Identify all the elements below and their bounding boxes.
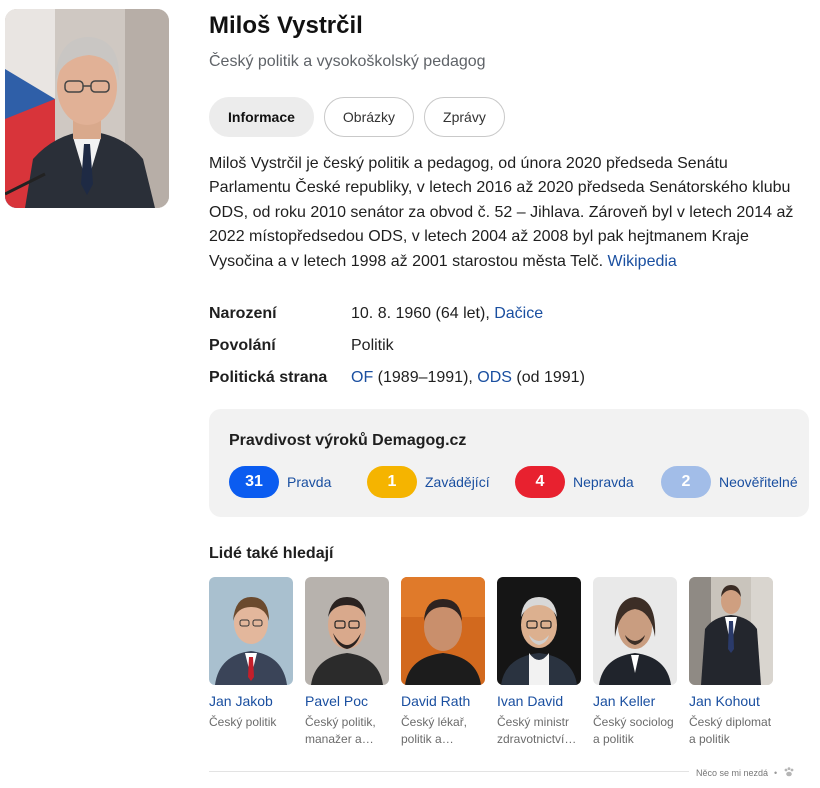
verdict-label: Zavádějící (425, 474, 490, 490)
birth-date: 10. 8. 1960 (64 let), (351, 305, 495, 322)
entity-photo[interactable] (5, 9, 169, 208)
fact-row-occupation: Povolání Politik (209, 330, 809, 362)
verdict-label: Neověřitelné (719, 474, 798, 490)
person-photo (497, 577, 581, 685)
person-name: Jan Keller (593, 693, 656, 709)
related-person-pavel-poc[interactable]: Pavel Poc Český politik, manažer a… (305, 577, 389, 748)
person-name: David Rath (401, 693, 471, 709)
verdict-list: 31 Pravda 1 Zavádějící 4 Nepravda 2 Neov… (229, 466, 798, 498)
person-desc: Český lékař, politik a… (401, 715, 468, 746)
description-text: Miloš Vystrčil je český politik a pedago… (209, 155, 794, 270)
party-link-ods[interactable]: ODS (477, 369, 512, 386)
related-people: Jan Jakob Český politik Pavel Poc Český … (209, 577, 773, 748)
person-desc: Český sociolog a politik (593, 715, 674, 746)
verdict-label: Pravda (287, 474, 332, 490)
fact-row-birth: Narození 10. 8. 1960 (64 let), Dačice (209, 298, 809, 330)
fact-value: OF (1989–1991), ODS (od 1991) (351, 369, 585, 387)
fact-label: Politická strana (209, 369, 328, 386)
related-title: Lidé také hledají (209, 545, 334, 562)
tab-images[interactable]: Obrázky (323, 97, 415, 137)
verdict-misleading[interactable]: 1 Zavádějící (367, 466, 515, 498)
birthplace-link[interactable]: Dačice (494, 305, 543, 322)
related-person-ivan-david[interactable]: Ivan David Český ministr zdravotnictví… (497, 577, 581, 748)
related-person-david-rath[interactable]: David Rath Český lékař, politik a… (401, 577, 485, 748)
tab-bar: Informace Obrázky Zprávy (209, 97, 505, 137)
tab-info[interactable]: Informace (209, 97, 314, 137)
verdict-count: 1 (367, 466, 417, 498)
verdict-unverifiable[interactable]: 2 Neověřitelné (661, 466, 798, 498)
person-name: Pavel Poc (305, 693, 369, 709)
paw-icon (783, 766, 795, 780)
verdict-count: 31 (229, 466, 279, 498)
party-link-of[interactable]: OF (351, 369, 373, 386)
verdict-false[interactable]: 4 Nepravda (515, 466, 661, 498)
entity-subtitle: Český politik a vysokoškolský pedagog (209, 53, 486, 70)
footer-divider (209, 771, 689, 772)
party-period: (od 1991) (511, 369, 585, 386)
person-photo (209, 577, 293, 685)
verdict-count: 2 (661, 466, 711, 498)
person-photo (593, 577, 677, 685)
entity-description: Miloš Vystrčil je český politik a pedago… (209, 152, 799, 274)
fact-label: Narození (209, 305, 277, 322)
related-person-jan-jakob[interactable]: Jan Jakob Český politik (209, 577, 293, 748)
person-name: Jan Kohout (689, 693, 760, 709)
wikipedia-link[interactable]: Wikipedia (607, 253, 676, 270)
verdict-true[interactable]: 31 Pravda (229, 466, 367, 498)
separator-dot: • (774, 768, 778, 778)
person-photo (689, 577, 773, 685)
fact-row-party: Politická strana OF (1989–1991), ODS (od… (209, 362, 809, 394)
entity-title: Miloš Vystrčil (209, 12, 363, 39)
demagog-title: Pravdivost výroků Demagog.cz (229, 432, 467, 449)
verdict-label: Nepravda (573, 474, 634, 490)
party-period: (1989–1991), (373, 369, 478, 386)
person-desc: Český diplomat a politik (689, 715, 772, 746)
verdict-count: 4 (515, 466, 565, 498)
fact-value: Politik (351, 337, 394, 354)
demagog-card: Pravdivost výroků Demagog.cz 31 Pravda 1… (209, 409, 809, 517)
tab-news[interactable]: Zprávy (424, 97, 505, 137)
facts-table: Narození 10. 8. 1960 (64 let), Dačice Po… (209, 298, 809, 394)
fact-value: 10. 8. 1960 (64 let), Dačice (351, 305, 543, 323)
feedback-text: Něco se mi nezdá (696, 768, 769, 778)
person-desc: Český ministr zdravotnictví… (497, 715, 577, 746)
person-name: Jan Jakob (209, 693, 273, 709)
person-photo (305, 577, 389, 685)
related-person-jan-keller[interactable]: Jan Keller Český sociolog a politik (593, 577, 677, 748)
feedback-link[interactable]: Něco se mi nezdá • (696, 766, 795, 780)
person-name: Ivan David (497, 693, 564, 709)
related-person-jan-kohout[interactable]: Jan Kohout Český diplomat a politik (689, 577, 773, 748)
person-photo (401, 577, 485, 685)
person-desc: Český politik, manažer a… (305, 715, 376, 746)
fact-label: Povolání (209, 337, 276, 354)
person-desc: Český politik (209, 715, 277, 729)
